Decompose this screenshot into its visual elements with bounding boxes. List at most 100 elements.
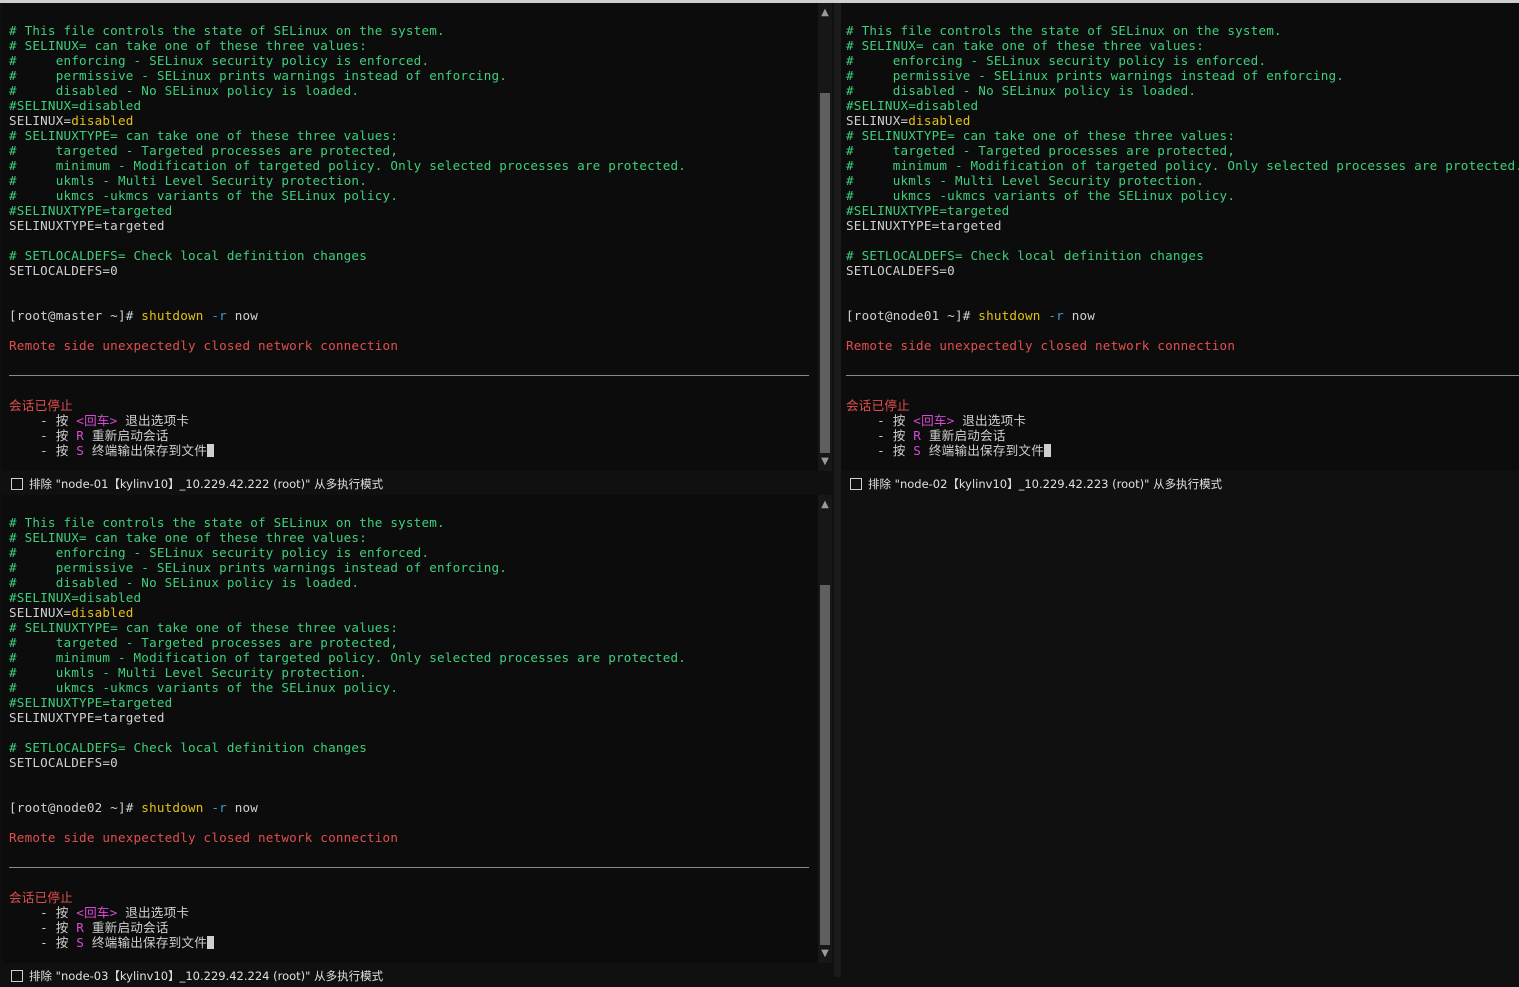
separator-line xyxy=(9,368,810,383)
terminal-pane-node02[interactable]: # This file controls the state of SELinu… xyxy=(2,495,818,963)
hint-text: 退出选项卡 xyxy=(117,905,190,920)
terminal-text: #SELINUXTYPE=targeted xyxy=(846,203,1010,218)
terminal-text: # permissive - SELinux prints warnings i… xyxy=(846,68,1345,83)
exclude-checkbox[interactable] xyxy=(11,970,23,982)
terminal-line: # targeted - Targeted processes are prot… xyxy=(9,635,686,650)
scrollbar-master[interactable]: ▲ ▼ xyxy=(818,3,832,471)
hint-line: - 按 R 重新启动会话 xyxy=(9,920,686,935)
terminal-text: #SELINUX=disabled xyxy=(846,98,979,113)
terminal-text: # SELINUXTYPE= can take one of these thr… xyxy=(9,620,399,635)
command-name: shutdown xyxy=(141,308,204,323)
session-stopped-text: 会话已停止 xyxy=(9,890,73,905)
terminal-text: # SETLOCALDEFS= Check local definition c… xyxy=(9,740,367,755)
terminal-text: # disabled - No SELinux policy is loaded… xyxy=(9,83,360,98)
terminal-line: # permissive - SELinux prints warnings i… xyxy=(9,560,686,575)
pane-splitter[interactable] xyxy=(834,3,841,977)
terminal-text: # minimum - Modification of targeted pol… xyxy=(9,158,687,173)
hint-text: 退出选项卡 xyxy=(117,413,190,428)
terminal-line: SELINUX=disabled xyxy=(9,113,686,128)
terminal-text: # targeted - Targeted processes are prot… xyxy=(9,143,399,158)
scroll-thumb[interactable] xyxy=(820,585,830,945)
terminal-text: SELINUX= xyxy=(846,113,909,128)
terminal-text: # targeted - Targeted processes are prot… xyxy=(846,143,1236,158)
terminal-line: SELINUX=disabled xyxy=(846,113,1519,128)
hint-text: 重新启动会话 xyxy=(921,428,1006,443)
text-cursor xyxy=(207,936,215,949)
command-flag: -r xyxy=(1048,308,1064,323)
command-flag: -r xyxy=(211,800,227,815)
multi-exec-bar-node01: 排除 "node-02【kylinv10】_10.229.42.223 (roo… xyxy=(841,473,1519,495)
hint-key: <回车> xyxy=(76,905,118,920)
terminal-line: # ukmls - Multi Level Security protectio… xyxy=(9,665,686,680)
exclude-checkbox[interactable] xyxy=(11,478,23,490)
scrollbar-node02[interactable]: ▲ ▼ xyxy=(818,495,832,963)
terminal-text: # enforcing - SELinux security policy is… xyxy=(846,53,1267,68)
terminal-text: # minimum - Modification of targeted pol… xyxy=(9,650,687,665)
terminal-line: # ukmcs -ukmcs variants of the SELinux p… xyxy=(846,188,1519,203)
terminal-text: # minimum - Modification of targeted pol… xyxy=(846,158,1519,173)
terminal-text: disabled xyxy=(908,113,971,128)
terminal-text: # ukmcs -ukmcs variants of the SELinux p… xyxy=(846,188,1236,203)
terminal-text: SELINUXTYPE=targeted xyxy=(846,218,1002,233)
terminal-text: # SELINUXTYPE= can take one of these thr… xyxy=(9,128,399,143)
hint-key: S xyxy=(76,443,85,458)
scroll-up-icon[interactable]: ▲ xyxy=(818,499,832,511)
terminal-line: # enforcing - SELinux security policy is… xyxy=(9,545,686,560)
terminal-pane-master[interactable]: # This file controls the state of SELinu… xyxy=(2,3,818,471)
scroll-down-icon[interactable]: ▼ xyxy=(818,456,832,468)
terminal-text: disabled xyxy=(71,605,134,620)
hint-line: - 按 <回车> 退出选项卡 xyxy=(846,413,1519,428)
separator-line xyxy=(846,368,1519,383)
hint-key: R xyxy=(76,428,85,443)
exclude-label[interactable]: 排除 "node-03【kylinv10】_10.229.42.224 (roo… xyxy=(29,968,383,984)
terminal-text: #SELINUXTYPE=targeted xyxy=(9,695,173,710)
scroll-up-icon[interactable]: ▲ xyxy=(818,7,832,19)
terminal-text: # ukmls - Multi Level Security protectio… xyxy=(846,173,1204,188)
terminal-text: # enforcing - SELinux security policy is… xyxy=(9,545,430,560)
exclude-label[interactable]: 排除 "node-02【kylinv10】_10.229.42.223 (roo… xyxy=(868,476,1222,492)
scroll-down-icon[interactable]: ▼ xyxy=(818,948,832,960)
terminal-line: # minimum - Modification of targeted pol… xyxy=(9,650,686,665)
terminal-line: #SELINUX=disabled xyxy=(846,98,1519,113)
terminal-text: # SELINUX= can take one of these three v… xyxy=(9,38,367,53)
command-flag: -r xyxy=(211,308,227,323)
hint-text: 重新启动会话 xyxy=(84,428,169,443)
hint-key: S xyxy=(913,443,922,458)
terminal-text: #SELINUX=disabled xyxy=(9,590,142,605)
session-stopped-line: 会话已停止 xyxy=(9,890,686,905)
hint-prefix: - 按 xyxy=(846,443,914,458)
terminal-line: # minimum - Modification of targeted pol… xyxy=(9,158,686,173)
shell-prompt: [root@node01 ~]# xyxy=(846,308,979,323)
exclude-checkbox[interactable] xyxy=(850,478,862,490)
terminal-line: # SETLOCALDEFS= Check local definition c… xyxy=(846,248,1519,263)
exclude-label[interactable]: 排除 "node-01【kylinv10】_10.229.42.222 (roo… xyxy=(29,476,383,492)
terminal-line: # minimum - Modification of targeted pol… xyxy=(846,158,1519,173)
command-line: [root@master ~]# shutdown -r now xyxy=(9,308,686,323)
hint-line: - 按 R 重新启动会话 xyxy=(9,428,686,443)
terminal-text: SELINUXTYPE=targeted xyxy=(9,218,165,233)
terminal-text: # This file controls the state of SELinu… xyxy=(846,23,1282,38)
terminal-line: #SELINUX=disabled xyxy=(9,590,686,605)
terminal-pane-node01[interactable]: # This file controls the state of SELinu… xyxy=(841,3,1519,471)
hint-text: 终端输出保存到文件 xyxy=(84,935,208,950)
session-stopped-line: 会话已停止 xyxy=(846,398,1519,413)
scroll-thumb[interactable] xyxy=(820,93,830,453)
terminal-text: # SETLOCALDEFS= Check local definition c… xyxy=(846,248,1204,263)
terminal-text: # disabled - No SELinux policy is loaded… xyxy=(846,83,1197,98)
terminal-line: # disabled - No SELinux policy is loaded… xyxy=(846,83,1519,98)
terminal-line: # targeted - Targeted processes are prot… xyxy=(9,143,686,158)
separator-line xyxy=(9,860,810,875)
multi-exec-bar-node02: 排除 "node-03【kylinv10】_10.229.42.224 (roo… xyxy=(0,965,834,987)
terminal-text: SELINUX= xyxy=(9,113,72,128)
terminal-line: # SELINUX= can take one of these three v… xyxy=(9,38,686,53)
terminal-line: # enforcing - SELinux security policy is… xyxy=(9,53,686,68)
terminal-text: # SELINUXTYPE= can take one of these thr… xyxy=(846,128,1236,143)
hint-key: R xyxy=(76,920,85,935)
text-cursor xyxy=(1044,444,1052,457)
